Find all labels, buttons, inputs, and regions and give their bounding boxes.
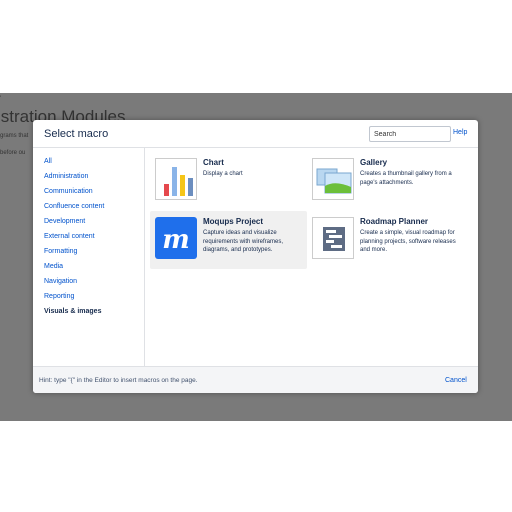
dialog-footer: Hint: type "{" in the Editor to insert m… [33, 366, 478, 393]
roadmap-icon [312, 217, 354, 259]
category-confluence-content[interactable]: Confluence content [44, 203, 104, 210]
macro-title: Moqups Project [203, 217, 264, 226]
macro-roadmap-planner[interactable]: Roadmap Planner Create a simple, visual … [307, 211, 464, 269]
category-formatting[interactable]: Formatting [44, 248, 77, 255]
help-link[interactable]: Help [453, 129, 467, 136]
category-navigation[interactable]: Navigation [44, 278, 77, 285]
dialog-header: Select macro Help [33, 120, 478, 148]
category-sidebar: All Administration Communication Conflue… [33, 148, 145, 366]
background-text-line: grams that [0, 133, 29, 139]
dialog-title: Select macro [44, 128, 109, 140]
gallery-icon [312, 158, 354, 200]
macro-chart[interactable]: Chart Display a chart [150, 152, 307, 210]
macro-description: Create a simple, visual roadmap for plan… [360, 230, 456, 253]
screen: ' istration Modules grams that before ou… [0, 0, 512, 512]
bar-chart-icon [155, 158, 197, 200]
background-text-line: before ou [0, 150, 26, 156]
svg-text:m: m [162, 225, 190, 255]
macro-gallery[interactable]: Gallery Creates a thumbnail gallery from… [307, 152, 464, 210]
category-all[interactable]: All [44, 158, 52, 165]
macro-title: Chart [203, 158, 224, 167]
macro-description: Creates a thumbnail gallery from a page'… [360, 171, 452, 186]
macro-moqups-project[interactable]: m Moqups Project Capture ideas and visua… [150, 211, 307, 269]
category-external-content[interactable]: External content [44, 233, 95, 240]
macro-title: Gallery [360, 158, 388, 167]
macro-description: Capture ideas and visualize requirements… [203, 230, 284, 253]
background-fragment: ' [0, 96, 2, 102]
category-visuals-images[interactable]: Visuals & images [44, 308, 101, 315]
category-communication[interactable]: Communication [44, 188, 93, 195]
cancel-button[interactable]: Cancel [445, 377, 467, 384]
macro-title: Roadmap Planner [360, 217, 429, 226]
category-media[interactable]: Media [44, 263, 63, 270]
macro-grid: Chart Display a chart Gallery Creates a … [146, 148, 478, 366]
macro-description: Display a chart [203, 171, 243, 177]
search-input[interactable] [369, 126, 451, 142]
select-macro-dialog: Select macro Help All Administration Com… [33, 120, 478, 393]
category-development[interactable]: Development [44, 218, 85, 225]
category-administration[interactable]: Administration [44, 173, 88, 180]
category-reporting[interactable]: Reporting [44, 293, 74, 300]
moqups-icon: m [155, 217, 197, 259]
footer-hint: Hint: type "{" in the Editor to insert m… [39, 377, 198, 384]
